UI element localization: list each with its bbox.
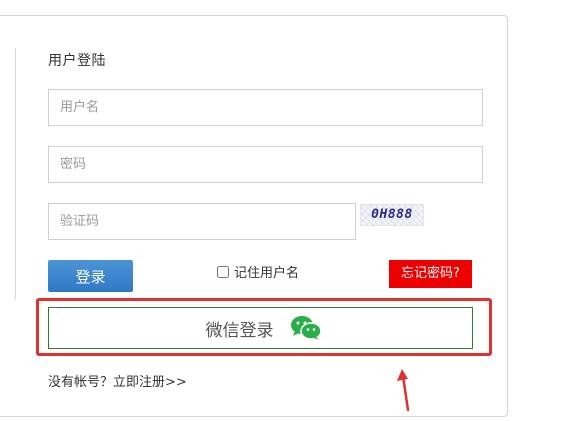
red-arrow-icon xyxy=(397,369,410,412)
wechat-login-button[interactable]: 微信登录 xyxy=(48,307,473,349)
remember-label: 记住用户名 xyxy=(234,266,300,281)
remember-checkbox[interactable] xyxy=(217,265,229,278)
wechat-icon xyxy=(290,316,322,340)
page-title: 用户登陆 xyxy=(48,53,106,69)
vertical-divider xyxy=(15,48,16,300)
captcha-image[interactable]: 0H888 xyxy=(360,204,424,226)
register-link[interactable]: 没有帐号？立即注册>> xyxy=(48,371,187,390)
login-page: 用户登陆 0H888 登录 记住用户名 忘记密码? 微信登录 没有帐号？立即注册… xyxy=(0,0,566,421)
captcha-input[interactable] xyxy=(48,203,356,240)
forgot-password-button[interactable]: 忘记密码? xyxy=(389,260,472,288)
username-input[interactable] xyxy=(48,89,483,126)
password-input[interactable] xyxy=(48,146,483,183)
wechat-login-label: 微信登录 xyxy=(205,320,274,341)
remember-username[interactable]: 记住用户名 xyxy=(217,262,299,281)
login-button[interactable]: 登录 xyxy=(48,260,133,292)
